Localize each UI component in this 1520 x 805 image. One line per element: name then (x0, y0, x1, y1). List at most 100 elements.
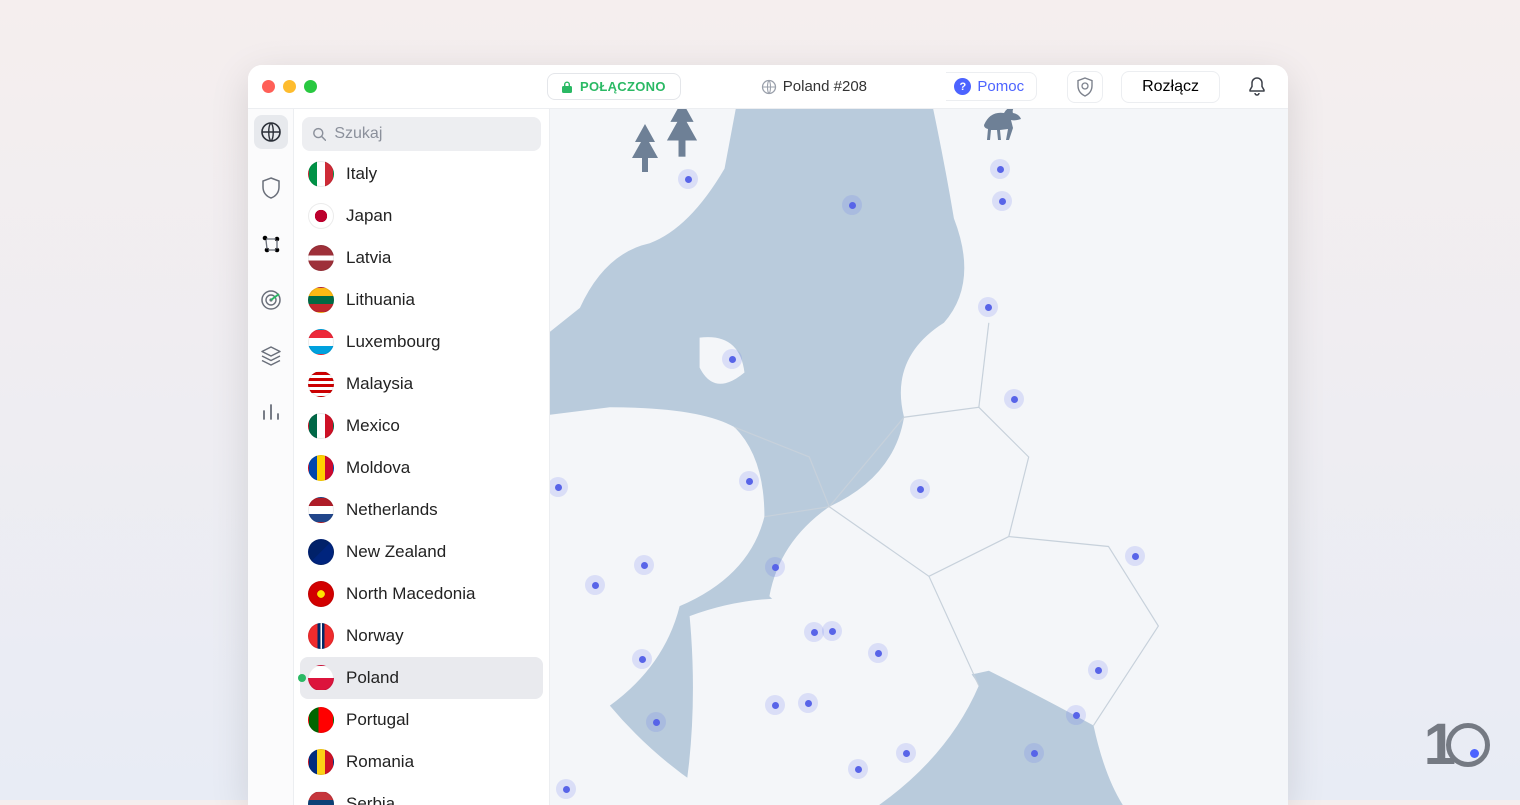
flag-icon (308, 497, 334, 523)
country-item[interactable]: North Macedonia (300, 573, 543, 615)
country-item[interactable]: Romania (300, 741, 543, 783)
server-marker[interactable] (585, 575, 605, 595)
flag-icon (308, 371, 334, 397)
country-item[interactable]: Serbia (300, 783, 543, 805)
server-marker[interactable] (765, 557, 785, 577)
flag-icon (308, 455, 334, 481)
help-button[interactable]: ? Pomoc (946, 72, 1037, 101)
server-marker[interactable] (1088, 660, 1108, 680)
server-marker[interactable] (896, 743, 916, 763)
flag-icon (308, 707, 334, 733)
globe-icon (761, 79, 777, 95)
window-controls (262, 80, 317, 93)
country-item[interactable]: Latvia (300, 237, 543, 279)
country-item[interactable]: Mexico (300, 405, 543, 447)
nav-mesh[interactable] (254, 227, 288, 261)
connected-indicator-icon (298, 674, 306, 682)
maximize-window-button[interactable] (304, 80, 317, 93)
server-marker[interactable] (1066, 705, 1086, 725)
shield-outline-icon (1076, 77, 1094, 97)
radar-icon (260, 289, 282, 311)
flag-icon (308, 161, 334, 187)
flag-icon (308, 623, 334, 649)
search-box[interactable] (302, 117, 541, 151)
country-item[interactable]: Poland (300, 657, 543, 699)
connection-status-pill: POŁĄCZONO (547, 73, 681, 100)
stats-icon (261, 402, 281, 422)
app-window: POŁĄCZONO Poland #208 ? Pomoc Rozłącz (248, 65, 1288, 805)
nav-layers[interactable] (254, 339, 288, 373)
server-marker[interactable] (978, 297, 998, 317)
flag-icon (308, 413, 334, 439)
notifications-button[interactable] (1240, 71, 1274, 103)
server-marker[interactable] (990, 159, 1010, 179)
country-item[interactable]: Malaysia (300, 363, 543, 405)
search-input[interactable] (334, 125, 531, 143)
server-marker[interactable] (1024, 743, 1044, 763)
server-marker[interactable] (992, 191, 1012, 211)
server-marker[interactable] (678, 169, 698, 189)
server-marker[interactable] (634, 555, 654, 575)
map-land (550, 109, 1288, 805)
country-label: Norway (346, 626, 404, 646)
minimize-window-button[interactable] (283, 80, 296, 93)
country-list[interactable]: Italy JapanLatvia Lithuania LuxembourgMalay… (294, 157, 549, 805)
server-marker[interactable] (910, 479, 930, 499)
country-label: Romania (346, 752, 414, 772)
country-item[interactable]: New Zealand (300, 531, 543, 573)
watermark-o-icon (1446, 723, 1490, 767)
mesh-icon (260, 233, 282, 255)
country-item[interactable]: Luxembourg (300, 321, 543, 363)
map[interactable] (550, 109, 1288, 805)
flag-icon (308, 329, 334, 355)
sidebar: Italy JapanLatvia Lithuania LuxembourgMalay… (294, 109, 550, 805)
server-marker[interactable] (1004, 389, 1024, 409)
nav-stats[interactable] (254, 395, 288, 429)
country-label: Netherlands (346, 500, 438, 520)
server-marker[interactable] (868, 643, 888, 663)
close-window-button[interactable] (262, 80, 275, 93)
country-item[interactable]: Italy (300, 157, 543, 195)
server-marker[interactable] (1125, 546, 1145, 566)
nav-countries[interactable] (254, 115, 288, 149)
server-marker[interactable] (822, 621, 842, 641)
country-label: Moldova (346, 458, 410, 478)
moose-icon (978, 109, 1024, 145)
flag-icon (308, 245, 334, 271)
current-server[interactable]: Poland #208 (761, 78, 867, 95)
flag-icon (308, 581, 334, 607)
flag-icon (308, 665, 334, 691)
tree-icon (662, 109, 702, 159)
country-label: Lithuania (346, 290, 415, 310)
search-icon (312, 126, 326, 142)
country-item[interactable]: Japan (300, 195, 543, 237)
server-marker[interactable] (556, 779, 576, 799)
country-item[interactable]: Netherlands (300, 489, 543, 531)
help-label: Pomoc (977, 78, 1024, 95)
country-item[interactable]: Portugal (300, 699, 543, 741)
help-icon: ? (954, 78, 971, 95)
country-item[interactable]: Moldova (300, 447, 543, 489)
server-marker[interactable] (804, 622, 824, 642)
country-label: Italy (346, 164, 377, 184)
server-marker[interactable] (798, 693, 818, 713)
server-marker[interactable] (722, 349, 742, 369)
disconnect-button[interactable]: Rozłącz (1121, 71, 1220, 103)
current-server-label: Poland #208 (783, 78, 867, 95)
window-body: Italy JapanLatvia Lithuania LuxembourgMalay… (248, 109, 1288, 805)
country-label: Poland (346, 668, 399, 688)
country-item[interactable]: Lithuania (300, 279, 543, 321)
server-marker[interactable] (632, 649, 652, 669)
nav-shield[interactable] (254, 171, 288, 205)
shield-icon (261, 177, 281, 199)
connection-status-text: POŁĄCZONO (580, 79, 666, 94)
server-marker[interactable] (646, 712, 666, 732)
threat-protection-button[interactable] (1067, 71, 1103, 103)
nav-radar[interactable] (254, 283, 288, 317)
server-marker[interactable] (765, 695, 785, 715)
server-marker[interactable] (842, 195, 862, 215)
country-item[interactable]: Norway (300, 615, 543, 657)
server-marker[interactable] (739, 471, 759, 491)
bell-icon (1248, 77, 1266, 97)
server-marker[interactable] (848, 759, 868, 779)
